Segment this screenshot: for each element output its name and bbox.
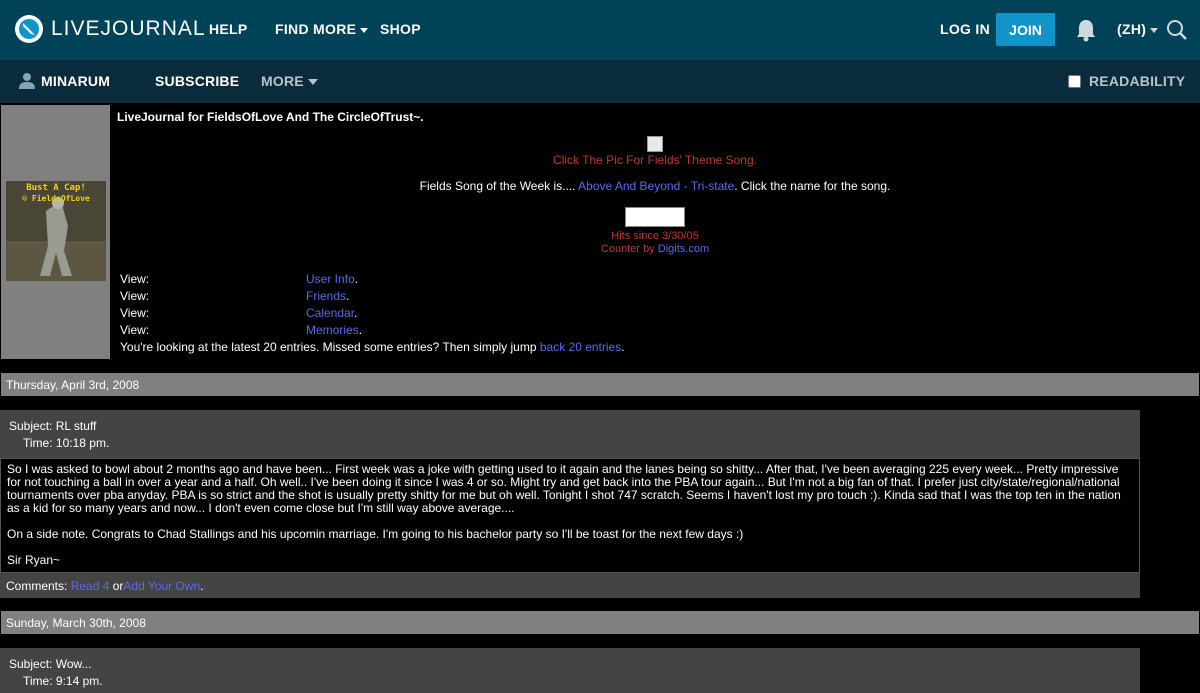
bell-icon[interactable] — [1075, 18, 1097, 42]
hit-counter-wrap — [110, 207, 1200, 230]
chevron-down-icon — [360, 27, 369, 33]
entry-header: Subject: Wow... Time: 9:14 pm. — [0, 648, 1140, 693]
language-label: (ZH) — [1117, 21, 1147, 37]
entry-subject-row: Subject: Wow... — [9, 657, 92, 671]
search-icon[interactable] — [1166, 19, 1188, 41]
view-suffix: . — [346, 289, 350, 303]
memories-link[interactable]: Memories — [306, 323, 359, 337]
theme-song-link[interactable]: Click The Pic For Fields' Theme Song. — [110, 153, 1200, 167]
entry-date-bar: Sunday, March 30th, 2008 — [1, 611, 1199, 634]
entry-date-bar: Thursday, April 3rd, 2008 — [1, 373, 1199, 396]
svg-text:Bust A Cap!: Bust A Cap! — [26, 183, 86, 193]
latest-entries-suffix: . — [621, 340, 625, 354]
time-label: Time: — [23, 674, 53, 688]
journal-title: LiveJournal for FieldsOfLove And The Cir… — [117, 110, 424, 124]
entry-time: 9:14 pm. — [55, 674, 103, 688]
join-button[interactable]: JOIN — [996, 13, 1055, 46]
digits-link[interactable]: Digits.com — [658, 243, 709, 255]
hit-counter-image[interactable] — [625, 207, 685, 227]
user-icon — [19, 73, 35, 89]
read-comments-link[interactable]: Read 4 — [71, 579, 110, 593]
nav-shop[interactable]: SHOP — [380, 21, 421, 37]
hits-since-text: Hits since 3/30/05 — [611, 230, 699, 242]
counter-credit-prefix: Counter by — [600, 243, 658, 255]
view-calendar: Calendar. — [306, 306, 357, 320]
avatar-column: Bust A Cap! © FieldsOfLove — [1, 105, 110, 359]
more-menu[interactable]: MORE — [261, 73, 318, 89]
entry-subject: Wow... — [55, 657, 92, 671]
view-user-info: User Info. — [306, 272, 358, 286]
language-selector[interactable]: (ZH) — [1117, 21, 1159, 37]
livejournal-logo-icon[interactable] — [14, 14, 44, 44]
nav-find-more[interactable]: FIND MORE — [275, 21, 369, 37]
nav-find-more-label: FIND MORE — [275, 21, 357, 37]
time-label: Time: — [23, 436, 53, 450]
view-suffix: . — [358, 323, 363, 337]
entry-time-row: Time: 9:14 pm. — [23, 674, 103, 688]
readability-label[interactable]: READABILITY — [1089, 73, 1185, 89]
journal-header: LiveJournal for FieldsOfLove And The Cir… — [110, 105, 1200, 359]
view-label: View: — [120, 272, 150, 286]
subscribe-button[interactable]: SUBSCRIBE — [155, 73, 239, 89]
more-menu-label: MORE — [261, 73, 304, 89]
entry-paragraph: On a side note. Congrats to Chad Stallin… — [7, 527, 744, 541]
back-20-entries-link[interactable]: back 20 entries — [540, 340, 621, 354]
view-friends: Friends. — [306, 289, 349, 303]
view-suffix: . — [354, 306, 358, 320]
svg-text:© FieldsOfLove: © FieldsOfLove — [22, 193, 90, 203]
journal-username[interactable]: MINARUM — [41, 73, 110, 89]
latest-entries-prefix: You're looking at the latest 20 entries.… — [120, 340, 540, 354]
view-memories: Memories. — [306, 323, 362, 337]
song-of-week: Fields Song of the Week is.... Above And… — [110, 179, 1200, 193]
view-label: View: — [120, 289, 150, 303]
broken-image-icon[interactable] — [647, 136, 663, 152]
comments-end: . — [200, 579, 204, 593]
entry-body: So I was asked to bowl about 2 months ag… — [0, 458, 1140, 573]
view-label: View: — [120, 323, 150, 337]
song-of-week-prefix: Fields Song of the Week is.... — [419, 179, 579, 193]
entry-subject-row: Subject: RL stuff — [9, 419, 96, 433]
entry-comments-bar: Comments: Read 4 orAdd Your Own. — [0, 573, 1140, 598]
login-link[interactable]: LOG IN — [940, 21, 990, 37]
subject-label: Subject: — [9, 657, 53, 671]
chevron-down-icon — [1150, 27, 1159, 33]
entry-time: 10:18 pm. — [55, 436, 110, 450]
entry-signature: Sir Ryan~ — [7, 553, 61, 567]
entry-header: Subject: RL stuff Time: 10:18 pm. — [0, 410, 1140, 458]
user-info-link[interactable]: User Info — [306, 272, 355, 286]
calendar-link[interactable]: Calendar — [306, 306, 354, 320]
comments-or: or — [112, 579, 124, 593]
userpic-image: Bust A Cap! © FieldsOfLove — [6, 181, 106, 281]
chevron-down-icon — [307, 79, 318, 86]
nav-help[interactable]: HELP — [209, 21, 248, 37]
userpic-avatar[interactable]: Bust A Cap! © FieldsOfLove — [6, 181, 106, 281]
view-suffix: . — [354, 272, 359, 286]
latest-entries-note: You're looking at the latest 20 entries.… — [120, 340, 625, 354]
view-label: View: — [120, 306, 150, 320]
readability-checkbox[interactable] — [1068, 75, 1081, 88]
counter-credit: Counter by Digits.com — [110, 243, 1200, 255]
song-of-week-suffix: . Click the name for the song. — [734, 179, 891, 193]
subject-label: Subject: — [9, 419, 53, 433]
comments-label: Comments: — [6, 579, 68, 593]
song-of-week-link[interactable]: Above And Beyond - Tri-state — [578, 179, 734, 193]
entry-paragraph: So I was asked to bowl about 2 months ag… — [7, 462, 1121, 515]
add-comment-link[interactable]: Add Your Own — [123, 579, 200, 593]
entry-time-row: Time: 10:18 pm. — [23, 436, 109, 450]
entry-subject: RL stuff — [55, 419, 97, 433]
friends-link[interactable]: Friends — [306, 289, 346, 303]
logo-text[interactable]: LIVEJOURNAL — [51, 17, 206, 41]
